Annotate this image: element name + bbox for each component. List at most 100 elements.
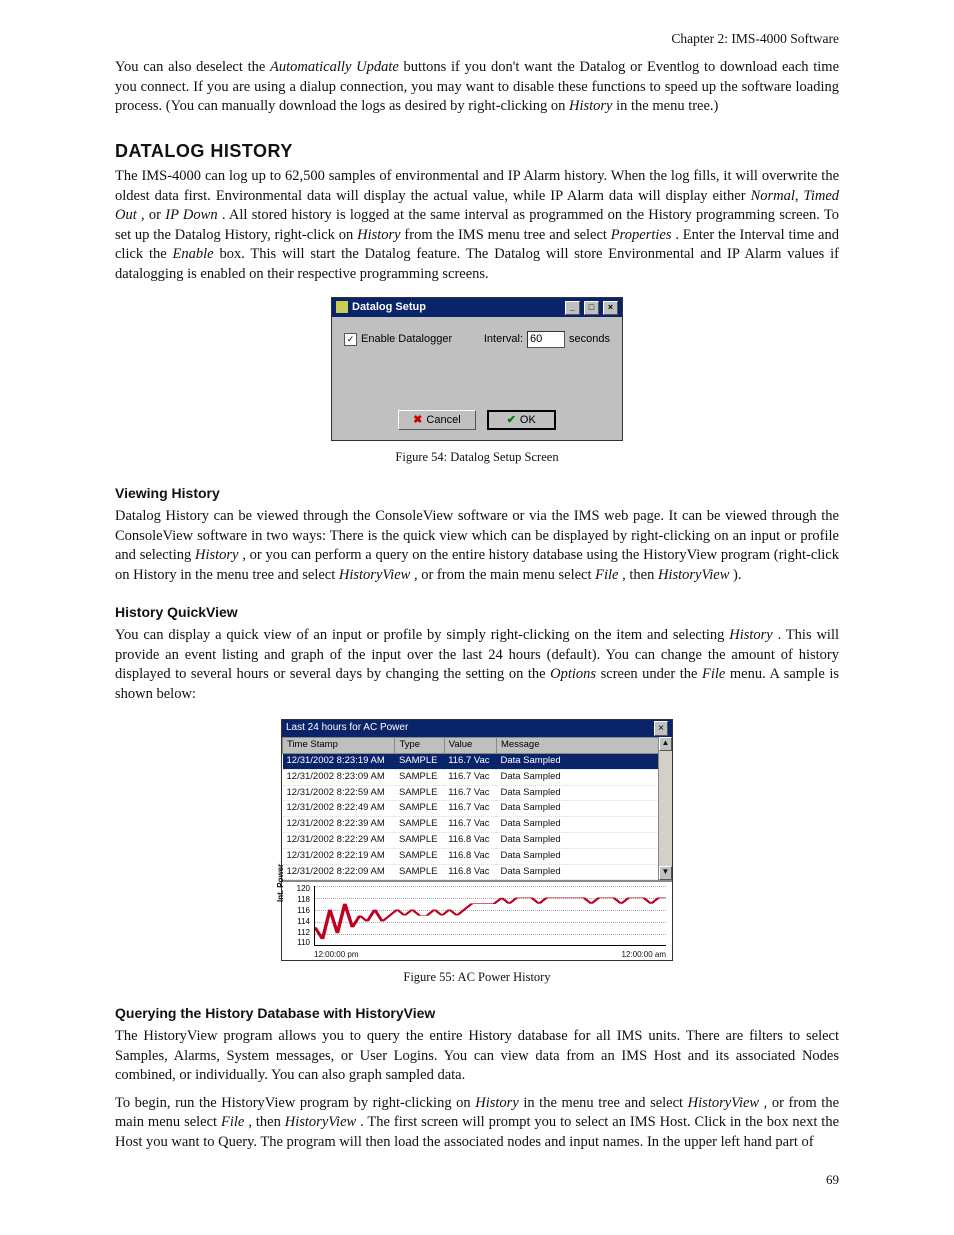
col-timestamp[interactable]: Time Stamp bbox=[283, 738, 395, 754]
scrollbar[interactable]: ▲ ▼ bbox=[658, 737, 672, 880]
enable-datalogger-checkbox[interactable]: ✓ Enable Datalogger bbox=[344, 332, 452, 347]
viewing-history-heading: Viewing History bbox=[115, 484, 839, 503]
cell: Data Sampled bbox=[496, 832, 671, 848]
cell: Data Sampled bbox=[496, 753, 671, 769]
table-row[interactable]: 12/31/2002 8:22:09 AMSAMPLE116.8 VacData… bbox=[283, 864, 672, 880]
text: , or from the main menu select bbox=[414, 567, 595, 583]
cell: 12/31/2002 8:22:09 AM bbox=[283, 864, 395, 880]
close-button[interactable]: × bbox=[654, 721, 668, 737]
cell: 12/31/2002 8:23:09 AM bbox=[283, 769, 395, 785]
interval-label: Interval: bbox=[484, 332, 523, 347]
window-title: Datalog Setup bbox=[352, 300, 426, 315]
titlebar[interactable]: Datalog Setup _ □ × bbox=[332, 298, 622, 317]
italic: History bbox=[195, 547, 239, 563]
text: ). bbox=[733, 567, 741, 583]
table-row[interactable]: 12/31/2002 8:22:39 AMSAMPLE116.7 VacData… bbox=[283, 817, 672, 833]
line-series bbox=[315, 886, 666, 945]
viewing-history-paragraph: Datalog History can be viewed through th… bbox=[115, 507, 839, 585]
italic: File bbox=[595, 567, 618, 583]
italic: Automatically Update bbox=[270, 59, 399, 75]
close-button[interactable]: × bbox=[603, 301, 618, 315]
cell: Data Sampled bbox=[496, 801, 671, 817]
ok-button[interactable]: ✔ OK bbox=[487, 410, 556, 431]
checkbox-label: Enable Datalogger bbox=[361, 332, 452, 347]
text: , then bbox=[622, 567, 658, 583]
checkbox-icon: ✓ bbox=[344, 333, 357, 346]
cell: 116.8 Vac bbox=[444, 832, 496, 848]
col-value[interactable]: Value bbox=[444, 738, 496, 754]
table-row[interactable]: 12/31/2002 8:22:49 AMSAMPLE116.7 VacData… bbox=[283, 801, 672, 817]
figure-54-caption: Figure 54: Datalog Setup Screen bbox=[115, 449, 839, 466]
italic: HistoryView bbox=[339, 567, 410, 583]
text: box. This will start the Datalog feature… bbox=[115, 246, 839, 282]
history-table: Time Stamp Type Value Message 12/31/2002… bbox=[282, 737, 672, 880]
table-row[interactable]: 12/31/2002 8:23:09 AMSAMPLE116.7 VacData… bbox=[283, 769, 672, 785]
app-icon bbox=[336, 301, 348, 313]
italic: IP Down bbox=[165, 207, 217, 223]
scroll-down-icon[interactable]: ▼ bbox=[659, 866, 672, 880]
plot-area bbox=[314, 886, 666, 946]
titlebar[interactable]: Last 24 hours for AC Power × bbox=[282, 720, 672, 738]
col-type[interactable]: Type bbox=[395, 738, 444, 754]
table-row[interactable]: 12/31/2002 8:22:19 AMSAMPLE116.8 VacData… bbox=[283, 848, 672, 864]
italic: Enable bbox=[173, 246, 214, 262]
button-label: Cancel bbox=[426, 413, 460, 428]
cell: 116.7 Vac bbox=[444, 785, 496, 801]
cell: 116.7 Vac bbox=[444, 769, 496, 785]
cancel-button[interactable]: ✖ Cancel bbox=[398, 410, 475, 431]
cell: SAMPLE bbox=[395, 848, 444, 864]
page-number: 69 bbox=[115, 1171, 839, 1189]
querying-p2: To begin, run the HistoryView program by… bbox=[115, 1094, 839, 1153]
table-row[interactable]: 12/31/2002 8:23:19 AMSAMPLE116.7 VacData… bbox=[283, 753, 672, 769]
cell: 12/31/2002 8:22:19 AM bbox=[283, 848, 395, 864]
datalog-setup-window: Datalog Setup _ □ × ✓ Enable Datalogger … bbox=[331, 297, 623, 442]
italic: File bbox=[702, 666, 725, 682]
xtick-left: 12:00:00 pm bbox=[314, 950, 358, 961]
cell: Data Sampled bbox=[496, 848, 671, 864]
figure-55-caption: Figure 55: AC Power History bbox=[115, 969, 839, 986]
text: The IMS-4000 can log up to 62,500 sample… bbox=[115, 168, 839, 204]
cell: 12/31/2002 8:22:39 AM bbox=[283, 817, 395, 833]
ytick: 118 bbox=[284, 895, 310, 906]
ytick: 116 bbox=[284, 906, 310, 917]
italic: HistoryView bbox=[658, 567, 729, 583]
querying-heading: Querying the History Database with Histo… bbox=[115, 1004, 839, 1023]
scroll-up-icon[interactable]: ▲ bbox=[659, 737, 672, 751]
text: screen under the bbox=[601, 666, 702, 682]
interval-input[interactable]: 60 bbox=[527, 331, 565, 348]
chapter-header: Chapter 2: IMS-4000 Software bbox=[115, 30, 839, 48]
history-table-wrap: Time Stamp Type Value Message 12/31/2002… bbox=[282, 737, 672, 880]
text: To begin, run the HistoryView program by… bbox=[115, 1095, 475, 1111]
cell: SAMPLE bbox=[395, 864, 444, 880]
cell: Data Sampled bbox=[496, 785, 671, 801]
ytick: 110 bbox=[284, 938, 310, 949]
italic: Properties bbox=[611, 227, 672, 243]
text: , then bbox=[248, 1114, 284, 1130]
italic: History bbox=[475, 1095, 519, 1111]
table-row[interactable]: 12/31/2002 8:22:59 AMSAMPLE116.7 VacData… bbox=[283, 785, 672, 801]
history-quickview-paragraph: You can display a quick view of an input… bbox=[115, 626, 839, 704]
ac-power-history-window: Last 24 hours for AC Power × Time Stamp … bbox=[281, 719, 673, 962]
italic: File bbox=[221, 1114, 244, 1130]
maximize-button[interactable]: □ bbox=[584, 301, 599, 315]
table-row[interactable]: 12/31/2002 8:22:29 AMSAMPLE116.8 VacData… bbox=[283, 832, 672, 848]
col-message[interactable]: Message bbox=[496, 738, 671, 754]
text: , or bbox=[141, 207, 165, 223]
minimize-button[interactable]: _ bbox=[565, 301, 580, 315]
button-label: OK bbox=[520, 413, 536, 428]
history-chart: Int. Power 120 118 116 114 112 110 12:00… bbox=[282, 880, 672, 960]
italic: History bbox=[569, 98, 613, 114]
x-icon: ✖ bbox=[413, 413, 422, 428]
cell: Data Sampled bbox=[496, 864, 671, 880]
ytick: 114 bbox=[284, 917, 310, 928]
cell: 116.8 Vac bbox=[444, 864, 496, 880]
querying-p1: The HistoryView program allows you to qu… bbox=[115, 1027, 839, 1086]
cell: SAMPLE bbox=[395, 801, 444, 817]
window-title: Last 24 hours for AC Power bbox=[286, 721, 408, 737]
italic: Options bbox=[550, 666, 596, 682]
cell: SAMPLE bbox=[395, 832, 444, 848]
intro-paragraph: You can also deselect the Automatically … bbox=[115, 58, 839, 117]
cell: 116.7 Vac bbox=[444, 801, 496, 817]
interval-units: seconds bbox=[569, 332, 610, 347]
cell: 12/31/2002 8:22:59 AM bbox=[283, 785, 395, 801]
